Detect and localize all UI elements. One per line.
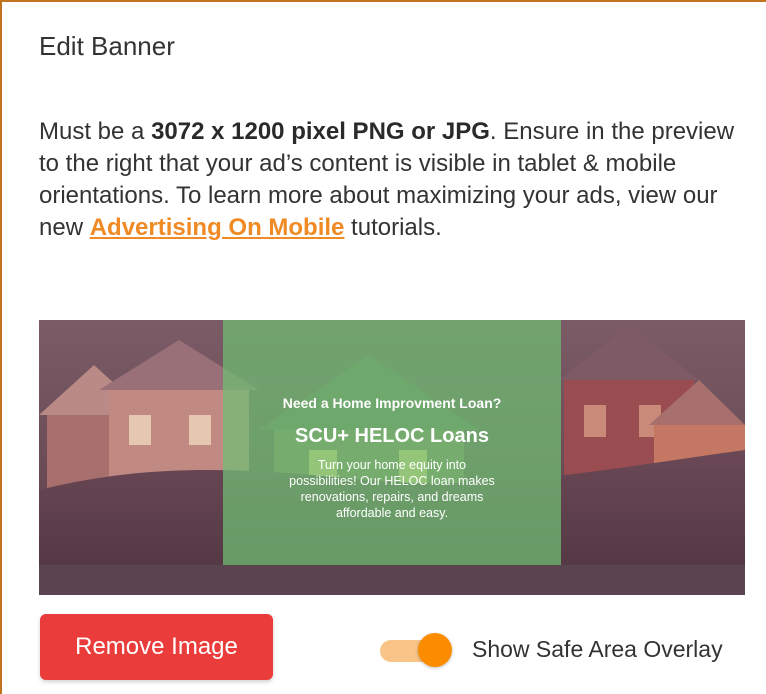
safe-area-overlay-label: Show Safe Area Overlay — [472, 636, 723, 662]
banner-body-line-4: affordable and easy. — [336, 506, 448, 520]
instructions-text-3: tutorials. — [344, 214, 442, 241]
safe-area-overlay-toggle[interactable] — [380, 631, 454, 669]
instructions-text-1: Must be a — [39, 118, 152, 145]
panel-title: Edit Banner — [39, 31, 175, 61]
remove-image-button[interactable]: Remove Image — [40, 614, 273, 680]
banner-body-line-3: renovations, repairs, and dreams — [301, 490, 484, 504]
banner-instructions: Must be a 3072 x 1200 pixel PNG or JPG. … — [39, 116, 739, 244]
banner-preview: Need a Home Improvment Loan? SCU+ HELOC … — [39, 320, 745, 595]
banner-body-line-1: Turn your home equity into — [318, 458, 466, 472]
banner-body-line-2: possibilities! Our HELOC loan makes — [289, 474, 495, 488]
banner-image: Need a Home Improvment Loan? SCU+ HELOC … — [39, 320, 745, 595]
size-requirement: 3072 x 1200 pixel PNG or JPG — [151, 118, 490, 145]
advertising-on-mobile-link[interactable]: Advertising On Mobile — [90, 214, 345, 241]
banner-headline: Need a Home Improvment Loan? — [283, 395, 502, 411]
edit-banner-panel: Edit Banner Must be a 3072 x 1200 pixel … — [0, 0, 766, 694]
banner-title: SCU+ HELOC Loans — [295, 425, 489, 447]
toggle-knob — [418, 633, 452, 667]
